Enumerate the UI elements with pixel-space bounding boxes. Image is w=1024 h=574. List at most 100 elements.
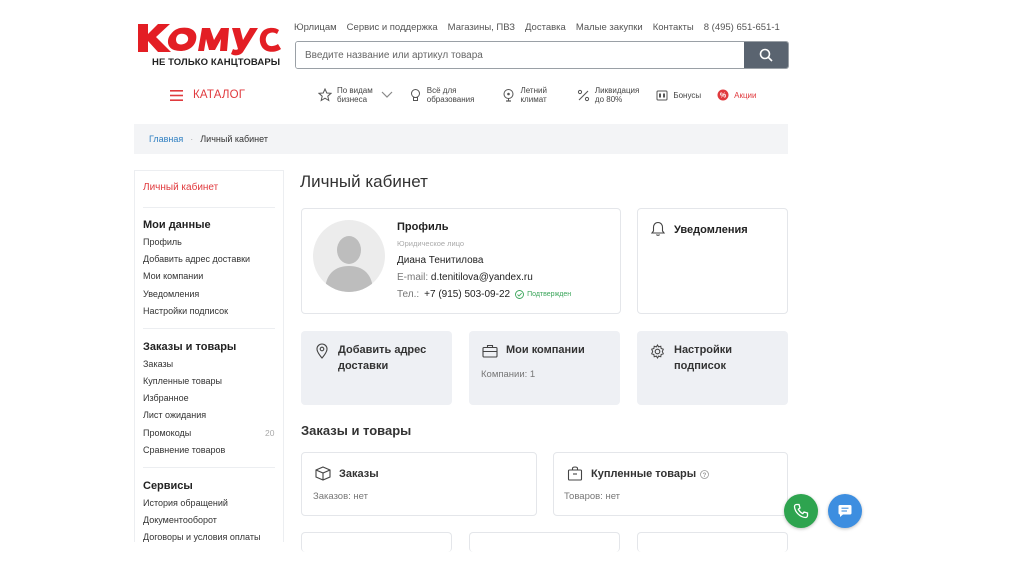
bought-card-title-row: Купленные товары ?	[591, 467, 710, 483]
top-link-small-purchases[interactable]: Малые закупки	[576, 22, 643, 33]
nav-business[interactable]: По видам бизнеса	[318, 86, 373, 104]
promocodes-count: 20	[265, 428, 275, 438]
nav-climate-line1: Летний	[520, 86, 547, 95]
sidebar-item-contracts[interactable]: Договоры и условия оплаты	[143, 532, 260, 542]
profile-email-row: E-mail: d.tenitilova@yandex.ru	[397, 272, 533, 283]
subscriptions-title: Настройки подписок	[674, 343, 732, 375]
hamburger-icon	[170, 89, 183, 101]
subscriptions-line2: подписок	[674, 359, 726, 372]
nav-business-line1: По видам	[337, 86, 373, 95]
bell-icon	[650, 221, 666, 236]
breadcrumb: Главная · Личный кабинет	[134, 124, 788, 154]
star-icon	[318, 88, 332, 102]
nav-bonus[interactable]: Бонусы	[656, 89, 701, 101]
page-title: Личный кабинет	[300, 172, 428, 191]
sidebar-item-promocodes[interactable]: Промокоды	[143, 428, 191, 438]
partial-card[interactable]	[301, 532, 452, 552]
nav-education-line1: Всё для	[426, 86, 457, 95]
add-address-line1: Добавить адрес	[338, 344, 427, 356]
svg-text:%: %	[720, 93, 727, 100]
orders-card-title: Заказы	[339, 468, 379, 480]
sidebar-item-requests[interactable]: История обращений	[143, 498, 228, 508]
top-link-legal[interactable]: Юрлицам	[294, 22, 337, 33]
call-button[interactable]	[784, 494, 818, 528]
briefcase-icon	[482, 344, 498, 358]
orders-card-sub: Заказов: нет	[313, 491, 368, 502]
phone-icon	[793, 503, 809, 519]
page: НЕ ТОЛЬКО КАНЦТОВАРЫ Юрлицам Сервис и по…	[0, 0, 1024, 574]
sidebar-item-orders[interactable]: Заказы	[143, 359, 173, 369]
nav-education-line2: образования	[426, 95, 475, 105]
companies-count: Компании: 1	[481, 369, 536, 380]
sidebar-heading-my-data: Мои данные	[143, 219, 211, 231]
sidebar-item-favorites[interactable]: Избранное	[143, 393, 189, 403]
sidebar-item-profile[interactable]: Профиль	[143, 237, 182, 247]
nav-climate[interactable]: Летний климат	[502, 86, 547, 105]
percent-icon	[577, 89, 590, 101]
partial-card[interactable]	[469, 532, 620, 552]
top-phone-link[interactable]: 8 (495) 651-651-1	[704, 22, 780, 33]
bought-card[interactable]	[553, 452, 788, 516]
partial-card[interactable]	[637, 532, 788, 552]
user-silhouette-icon	[325, 236, 373, 292]
verified-label: Подтвержден	[527, 291, 572, 298]
avatar[interactable]	[313, 220, 385, 292]
box-icon	[315, 466, 331, 481]
phone-label: Тел.:	[397, 289, 420, 300]
catalog-label: КАТАЛОГ	[193, 89, 246, 101]
email-value: d.tenitilova@yandex.ru	[430, 272, 533, 283]
top-link-stores[interactable]: Магазины, ПВЗ	[448, 22, 515, 33]
companies-title: Мои компании	[506, 344, 585, 356]
fan-icon	[503, 89, 514, 102]
chat-button[interactable]	[828, 494, 862, 528]
sidebar-item-notifications[interactable]: Уведомления	[143, 289, 199, 299]
top-link-service[interactable]: Сервис и поддержка	[347, 22, 438, 33]
profile-name: Диана Тенитилова	[397, 255, 484, 266]
nav-liquidation[interactable]: Ликвидация до 80%	[577, 86, 639, 104]
bought-card-title: Купленные товары	[591, 468, 697, 480]
logo-wordmark-icon	[138, 24, 281, 56]
sidebar-item-companies[interactable]: Мои компании	[143, 271, 203, 281]
sidebar-item-account[interactable]: Личный кабинет	[143, 182, 218, 193]
category-nav: По видам бизнеса Всё для образования Летни…	[318, 86, 757, 104]
verified-badge: Подтвержден	[515, 290, 571, 299]
logo-tagline: НЕ ТОЛЬКО КАНЦТОВАРЫ	[152, 57, 281, 68]
account-sidebar: Личный кабинет Мои данные Профиль Добави…	[134, 170, 284, 542]
orders-card[interactable]	[301, 452, 537, 516]
catalog-button[interactable]: КАТАЛОГ	[170, 89, 245, 101]
gear-icon	[651, 344, 664, 359]
sidebar-item-subscriptions[interactable]: Настройки подписок	[143, 306, 228, 316]
profile-type: Юридическое лицо	[397, 239, 465, 248]
nav-sale[interactable]: % Акции	[717, 89, 757, 101]
check-circle-icon	[515, 290, 525, 299]
nav-climate-line2: климат	[520, 95, 547, 105]
sidebar-item-bought[interactable]: Купленные товары	[143, 376, 222, 386]
location-pin-icon	[316, 343, 328, 359]
add-address-title: Добавить адрес доставки	[338, 343, 426, 375]
nav-liquidation-line2: до 80%	[594, 95, 623, 105]
top-nav: Юрлицам Сервис и поддержка Магазины, ПВЗ…	[294, 22, 780, 33]
orders-section-title: Заказы и товары	[301, 423, 412, 438]
nav-business-line2: бизнеса	[337, 95, 368, 105]
top-link-contacts[interactable]: Контакты	[653, 22, 694, 33]
breadcrumb-home[interactable]: Главная	[149, 134, 183, 144]
sidebar-heading-orders: Заказы и товары	[143, 341, 237, 353]
chat-icon	[838, 505, 852, 517]
sidebar-item-compare[interactable]: Сравнение товаров	[143, 445, 225, 455]
sidebar-item-waitlist[interactable]: Лист ожидания	[143, 410, 206, 420]
help-icon[interactable]: ?	[700, 470, 710, 480]
subscriptions-line1: Настройки	[674, 344, 733, 356]
search-button[interactable]	[744, 42, 788, 68]
search-bar	[295, 41, 789, 69]
sidebar-item-add-address[interactable]: Добавить адрес доставки	[143, 254, 250, 264]
nav-education[interactable]: Всё для образования	[409, 86, 475, 105]
chevron-down-icon[interactable]	[381, 91, 393, 99]
sidebar-heading-services: Сервисы	[143, 480, 193, 492]
top-link-delivery[interactable]: Доставка	[525, 22, 566, 33]
profile-phone-row: Тел.: +7 (915) 503-09-22 Подтвержден	[397, 289, 571, 300]
breadcrumb-current: Личный кабинет	[200, 134, 268, 144]
sidebar-item-documents[interactable]: Документооборот	[143, 515, 217, 525]
search-input[interactable]	[296, 42, 744, 68]
nav-liquidation-line1: Ликвидация	[594, 86, 640, 95]
search-icon	[759, 48, 773, 62]
